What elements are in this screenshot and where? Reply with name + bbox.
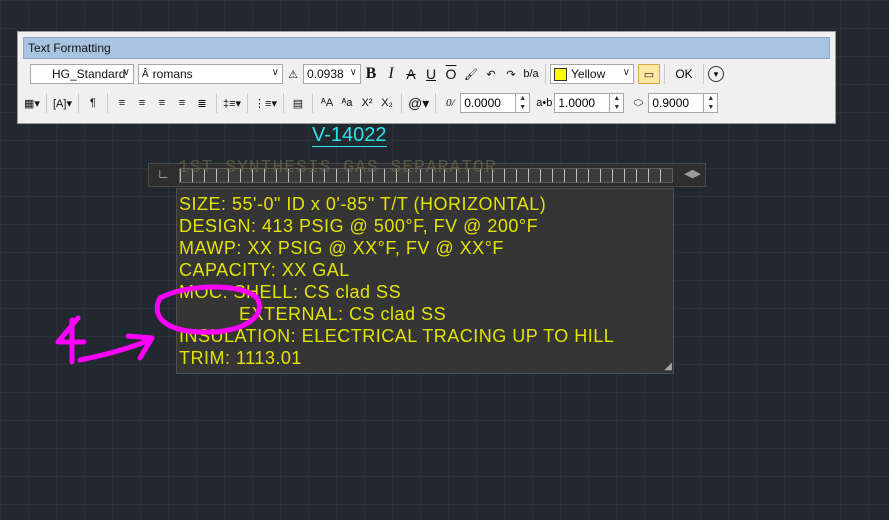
symbol-icon[interactable]: @▾ xyxy=(406,93,431,113)
separator xyxy=(247,93,249,113)
separator xyxy=(77,93,79,113)
align-left-icon[interactable]: ≡ xyxy=(112,93,132,113)
text-formatting-window: Text Formatting HG_Standard ∨ Â romans ∨… xyxy=(17,31,836,124)
width-factor-field[interactable]: 0.9000 ▲ ▼ xyxy=(648,93,719,113)
equipment-tag[interactable]: V-14022 xyxy=(312,124,387,147)
chevron-down-icon: ∨ xyxy=(271,67,279,78)
editor-line[interactable]: INSULATION: ELECTRICAL TRACING UP TO HIL… xyxy=(179,326,614,347)
width-factor-value: 0.9000 xyxy=(652,96,690,110)
window-title: Text Formatting xyxy=(23,37,830,59)
toolbar-row-2: ▦▾ [A]▾ ¶ ≡ ≡ ≡ ≡ ≣ ‡≡▾ ⋮≡▾ ▤ ᴬA ᴬa X² X… xyxy=(22,90,719,116)
editor-line[interactable]: CAPACITY: XX GAL xyxy=(179,260,350,281)
subscript-icon[interactable]: X₂ xyxy=(377,93,397,113)
separator xyxy=(545,64,546,84)
insert-field-icon[interactable]: ▤ xyxy=(288,93,308,113)
text-height-value: 0.0938 xyxy=(307,67,344,81)
uppercase-icon[interactable]: ᴬA xyxy=(317,93,337,113)
justify-icon[interactable]: ≡ xyxy=(172,93,192,113)
width-factor-icon: ⬭ xyxy=(633,96,644,109)
separator xyxy=(401,93,402,113)
editor-line[interactable]: EXTERNAL: CS clad SS xyxy=(239,304,446,325)
superscript-icon[interactable]: X² xyxy=(357,93,377,113)
editor-line[interactable]: SIZE: 55'-0" ID x 0'-85" T/T (HORIZONTAL… xyxy=(179,194,546,215)
stack-icon[interactable]: b/a xyxy=(521,64,541,84)
color-swatch xyxy=(554,67,567,81)
distribute-icon[interactable]: ≣ xyxy=(192,93,212,113)
separator xyxy=(703,64,704,84)
chevron-down-icon: ∨ xyxy=(349,67,357,78)
bold-button[interactable]: B xyxy=(361,64,381,84)
match-format-icon[interactable]: 🖌 xyxy=(461,64,481,84)
oblique-icon: 0/ xyxy=(445,97,455,109)
ruler-toggle-icon[interactable]: ▭ xyxy=(638,64,660,84)
editor-line[interactable]: MAWP: XX PSIG @ XX°F, FV @ XX°F xyxy=(179,238,504,259)
separator xyxy=(106,93,108,113)
separator xyxy=(215,93,217,113)
columns-icon[interactable]: ▦▾ xyxy=(22,93,42,113)
ruler-resize-icon[interactable]: ◀▶ xyxy=(684,167,701,180)
editor-line[interactable]: TRIM: 1113.01 xyxy=(179,348,302,369)
align-center-icon[interactable]: ≡ xyxy=(132,93,152,113)
spinner-arrows-icon[interactable]: ▲ ▼ xyxy=(609,94,623,112)
ghost-title-text: 1ST SYNTHESIS GAS SEPARATOR xyxy=(178,158,497,178)
tracking-value: 1.0000 xyxy=(558,96,596,110)
font-value: romans xyxy=(152,67,193,81)
line-spacing-icon[interactable]: ‡≡▾ xyxy=(221,93,243,113)
overline-button[interactable]: O xyxy=(441,64,461,84)
oblique-value: 0.0000 xyxy=(464,96,501,110)
numbering-icon[interactable]: ⋮≡▾ xyxy=(252,93,279,113)
style-combo[interactable]: HG_Standard ∨ xyxy=(30,64,134,84)
chevron-down-icon: ∨ xyxy=(122,67,130,78)
annotative-icon[interactable]: ⚠ xyxy=(283,64,303,84)
mtext-editor[interactable]: SIZE: 55'-0" ID x 0'-85" T/T (HORIZONTAL… xyxy=(176,188,674,374)
separator xyxy=(312,93,313,113)
tracking-icon: a•b xyxy=(536,97,553,109)
text-height-combo[interactable]: 0.0938 ∨ xyxy=(303,64,361,84)
color-combo[interactable]: Yellow ∨ xyxy=(550,64,634,84)
resize-grip-icon[interactable]: ◢ xyxy=(664,361,672,372)
oblique-angle-field[interactable]: 0.0000 ▲ ▼ xyxy=(460,93,531,113)
italic-button[interactable]: I xyxy=(381,64,401,84)
separator xyxy=(46,93,47,113)
align-right-icon[interactable]: ≡ xyxy=(152,93,172,113)
spinner-arrows-icon[interactable]: ▲ ▼ xyxy=(703,94,717,112)
tab-type-icon[interactable]: ∟ xyxy=(157,166,170,181)
spinner-arrows-icon[interactable]: ▲ ▼ xyxy=(515,94,529,112)
tracking-field[interactable]: 1.0000 ▲ ▼ xyxy=(554,93,625,113)
undo-icon[interactable]: ↶ xyxy=(481,64,501,84)
editor-line[interactable]: DESIGN: 413 PSIG @ 500°F, FV @ 200°F xyxy=(179,216,538,237)
toolbar-row-1: HG_Standard ∨ Â romans ∨ ⚠ 0.0938 ∨ B I … xyxy=(22,61,724,87)
lowercase-icon[interactable]: ᴬa xyxy=(337,93,357,113)
font-combo[interactable]: Â romans ∨ xyxy=(138,64,283,84)
underline-button[interactable]: U xyxy=(421,64,441,84)
separator xyxy=(664,64,665,84)
options-icon[interactable]: ▾ xyxy=(708,66,724,82)
strikethrough-button[interactable]: A xyxy=(401,64,421,84)
mtext-justification-icon[interactable]: [A]▾ xyxy=(51,93,74,113)
paragraph-icon[interactable]: ¶ xyxy=(83,93,103,113)
redo-icon[interactable]: ↷ xyxy=(501,64,521,84)
chevron-down-icon: ∨ xyxy=(622,67,630,78)
font-type-icon: Â xyxy=(142,68,149,80)
editor-line[interactable]: MOC: SHELL: CS clad SS xyxy=(179,282,401,303)
color-value: Yellow xyxy=(571,67,606,81)
separator xyxy=(283,93,284,113)
ok-button[interactable]: OK xyxy=(669,64,699,84)
style-value: HG_Standard xyxy=(52,67,126,81)
separator xyxy=(435,93,437,113)
